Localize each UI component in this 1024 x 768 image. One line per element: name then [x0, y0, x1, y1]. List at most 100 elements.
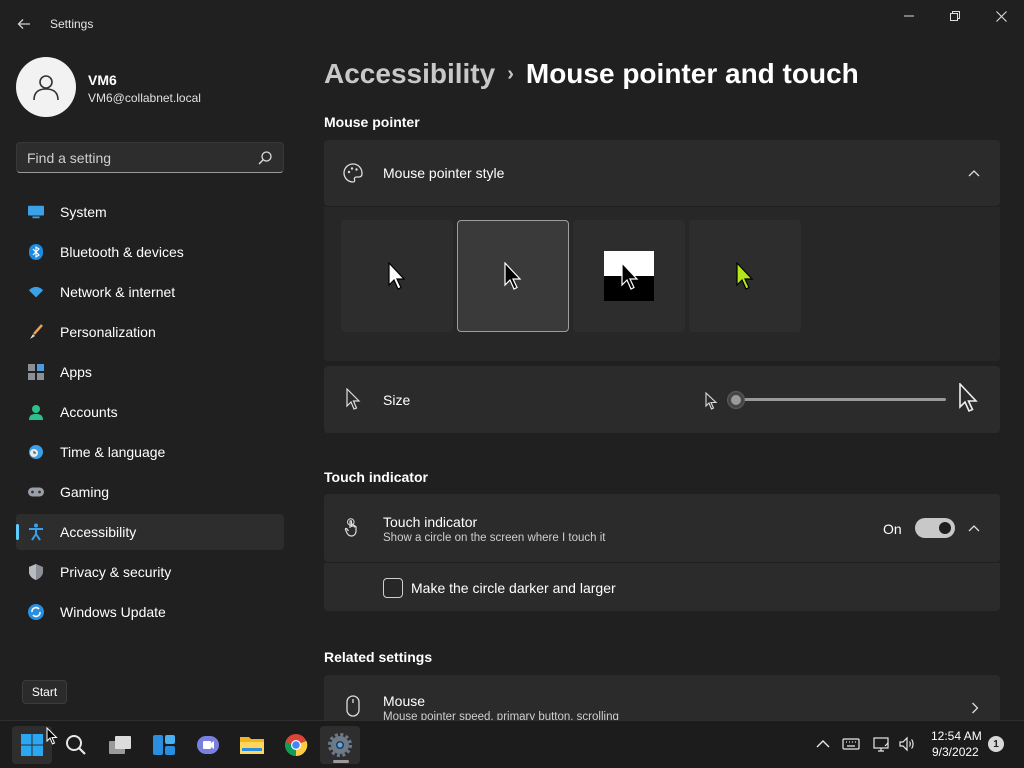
chevron-up-icon[interactable] — [966, 520, 982, 536]
sidebar-item-gaming[interactable]: Gaming — [16, 474, 284, 510]
start-icon — [21, 734, 43, 756]
sidebar-item-personalization[interactable]: Personalization — [16, 314, 284, 350]
size-slider-track[interactable] — [736, 398, 946, 401]
sidebar-item-bluetooth[interactable]: Bluetooth & devices — [16, 234, 284, 270]
minimize-icon — [904, 15, 914, 17]
settings-icon — [328, 733, 352, 757]
maximize-button[interactable] — [932, 0, 978, 32]
task-view-button[interactable] — [100, 726, 140, 764]
sidebar-item-label: Windows Update — [60, 604, 166, 620]
sidebar-item-accounts[interactable]: Accounts — [16, 394, 284, 430]
palette-icon — [342, 162, 364, 184]
sidebar-item-label: Personalization — [60, 324, 156, 340]
sidebar-item-accessibility[interactable]: Accessibility — [16, 514, 284, 550]
search-icon — [66, 735, 86, 755]
back-button[interactable] — [12, 12, 36, 36]
app-title: Settings — [50, 17, 94, 31]
sidebar-item-label: Bluetooth & devices — [60, 244, 184, 260]
pointer-icon — [342, 388, 364, 410]
mouse-cursor-icon — [46, 727, 58, 745]
pointer-white-icon — [388, 262, 406, 290]
page-title: Mouse pointer and touch — [525, 58, 859, 89]
title-bar: Settings — [0, 0, 1024, 48]
touch-indicator-label: Touch indicator — [383, 514, 478, 530]
sidebar-item-time-language[interactable]: Time & language — [16, 434, 284, 470]
sidebar-item-windows-update[interactable]: Windows Update — [16, 594, 284, 630]
notification-badge[interactable]: 1 — [988, 736, 1004, 752]
sidebar-item-label: Privacy & security — [60, 564, 172, 580]
wifi-icon — [28, 284, 44, 300]
touch-indicator-description: Show a circle on the screen where I touc… — [383, 532, 606, 544]
breadcrumb-parent[interactable]: Accessibility — [324, 58, 495, 89]
gamepad-icon — [28, 484, 44, 500]
chrome-button[interactable] — [276, 726, 316, 764]
sidebar-item-apps[interactable]: Apps — [16, 354, 284, 390]
minimize-button[interactable] — [886, 0, 932, 32]
search-input[interactable] — [27, 150, 247, 166]
section-title-touch-indicator: Touch indicator — [324, 469, 428, 485]
clock-time[interactable]: 12:54 AM — [931, 729, 982, 743]
pointer-style-inverted[interactable] — [573, 220, 685, 332]
settings-button[interactable] — [320, 726, 360, 764]
teams-chat-icon — [197, 736, 219, 754]
pointer-style-black[interactable] — [457, 220, 569, 332]
related-mouse-description: Mouse pointer speed, primary button, scr… — [383, 711, 619, 720]
sidebar-item-label: Time & language — [60, 444, 166, 460]
apps-icon — [28, 364, 44, 380]
search-icon[interactable] — [257, 150, 273, 166]
pointer-black-icon — [504, 262, 522, 290]
sidebar-item-network[interactable]: Network & internet — [16, 274, 284, 310]
section-title-related-settings: Related settings — [324, 649, 433, 665]
pointer-custom-icon — [736, 262, 754, 290]
keyboard-icon[interactable] — [842, 735, 860, 753]
toggle-state-label: On — [883, 521, 902, 537]
start-tooltip: Start — [22, 680, 67, 704]
avatar[interactable] — [16, 57, 76, 117]
sidebar-item-label: Network & internet — [60, 284, 176, 300]
close-button[interactable] — [978, 0, 1024, 32]
touch-indicator-toggle[interactable] — [915, 518, 955, 538]
mouse-pointer-style-header[interactable]: Mouse pointer style — [324, 140, 1000, 206]
volume-icon[interactable] — [898, 735, 916, 753]
chat-button[interactable] — [188, 726, 228, 764]
task-view-icon — [109, 736, 131, 754]
breadcrumb: Accessibility › Mouse pointer and touch — [324, 58, 859, 90]
pointer-style-white[interactable] — [341, 220, 453, 332]
widgets-button[interactable] — [144, 726, 184, 764]
file-explorer-button[interactable] — [232, 726, 272, 764]
large-pointer-icon — [959, 383, 978, 413]
clock-date[interactable]: 9/3/2022 — [932, 745, 979, 759]
network-icon[interactable] — [873, 735, 891, 753]
darker-larger-label[interactable]: Make the circle darker and larger — [411, 580, 616, 596]
sidebar-item-label: Accounts — [60, 404, 118, 420]
mouse-pointer-style-label: Mouse pointer style — [383, 165, 505, 181]
chevron-up-icon[interactable] — [966, 165, 982, 181]
user-icon — [33, 75, 59, 101]
taskbar-search-button[interactable] — [56, 726, 96, 764]
section-title-mouse-pointer: Mouse pointer — [324, 114, 420, 130]
pointer-inverted-icon — [604, 251, 654, 301]
widgets-icon — [153, 735, 175, 755]
darker-larger-checkbox[interactable] — [383, 578, 403, 598]
clock-globe-icon — [28, 444, 44, 460]
breadcrumb-separator: › — [507, 63, 514, 85]
sidebar-item-system[interactable]: System — [16, 194, 284, 230]
sidebar-item-label: System — [60, 204, 107, 220]
system-icon — [28, 204, 44, 220]
profile-name: VM6 — [88, 72, 117, 88]
search-box[interactable] — [16, 142, 284, 173]
pointer-style-custom[interactable] — [689, 220, 801, 332]
file-explorer-icon — [240, 737, 264, 754]
profile-email: VM6@collabnet.local — [88, 91, 201, 105]
size-slider-thumb[interactable] — [727, 391, 745, 409]
chevron-right-icon[interactable] — [967, 700, 983, 716]
accessibility-icon — [28, 523, 44, 541]
related-mouse-row[interactable]: Mouse Mouse pointer speed, primary butto… — [324, 675, 1000, 720]
toggle-knob — [939, 522, 951, 534]
sidebar-item-label: Accessibility — [60, 524, 137, 540]
brush-icon — [28, 324, 44, 340]
chevron-up-icon[interactable] — [814, 735, 832, 753]
shield-icon — [28, 564, 44, 580]
related-mouse-label: Mouse — [383, 693, 426, 709]
sidebar-item-privacy[interactable]: Privacy & security — [16, 554, 284, 590]
